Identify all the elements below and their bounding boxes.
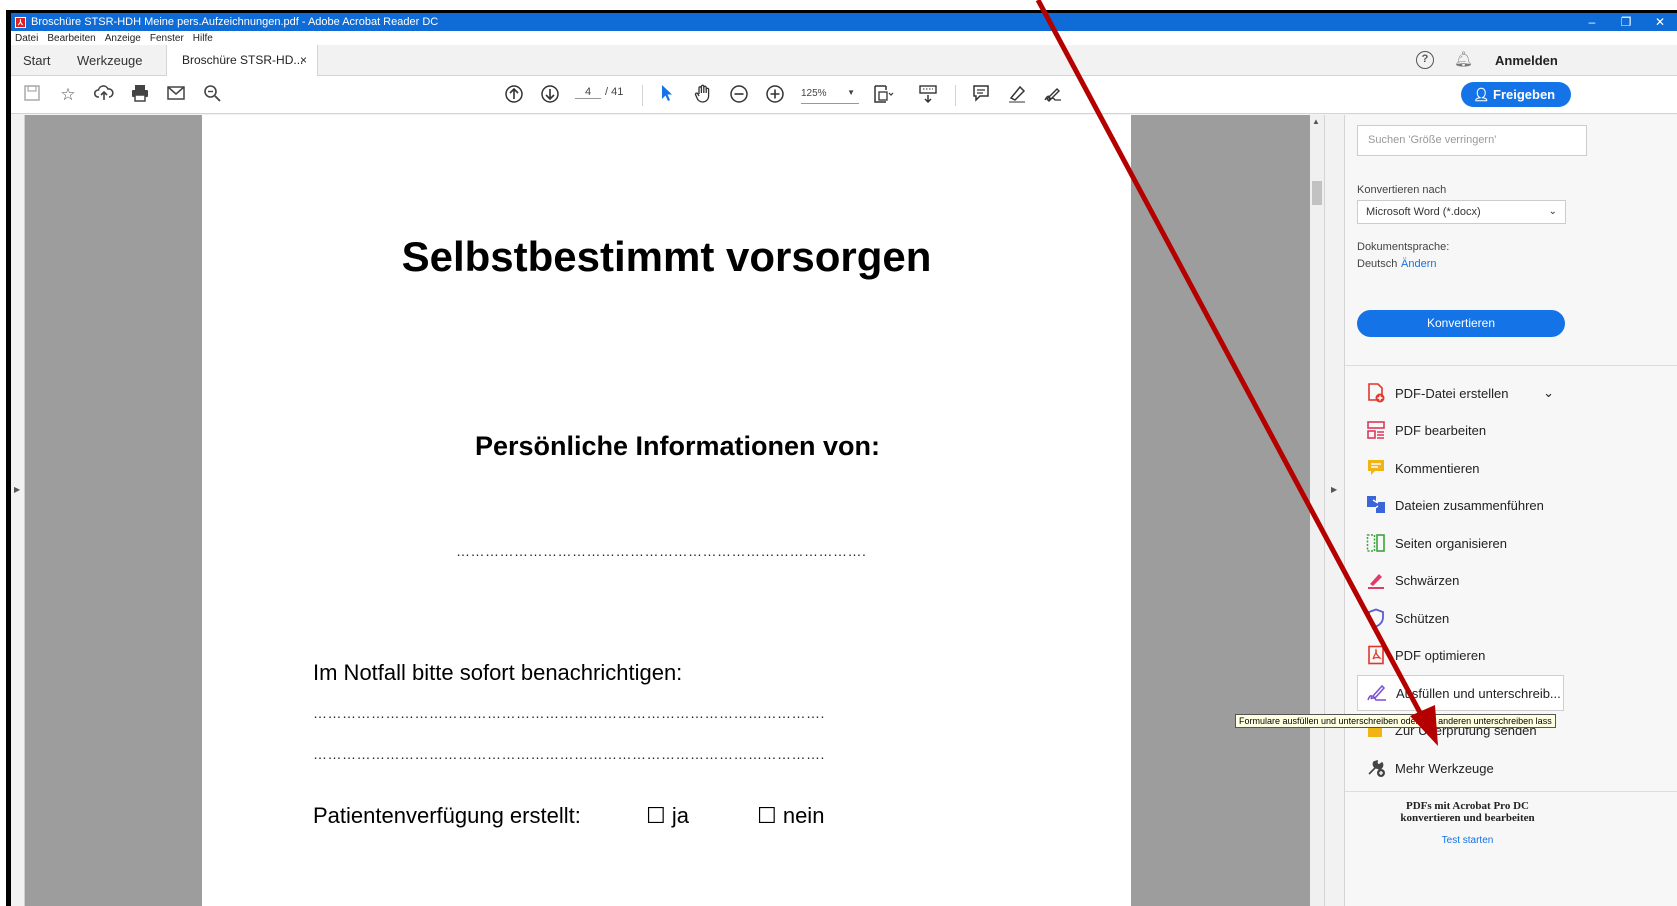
screenshot-frame: ⅄ Broschüre STSR-HDH Meine pers.Aufzeich… xyxy=(0,0,1677,906)
annotation-arrow xyxy=(1035,0,1438,746)
